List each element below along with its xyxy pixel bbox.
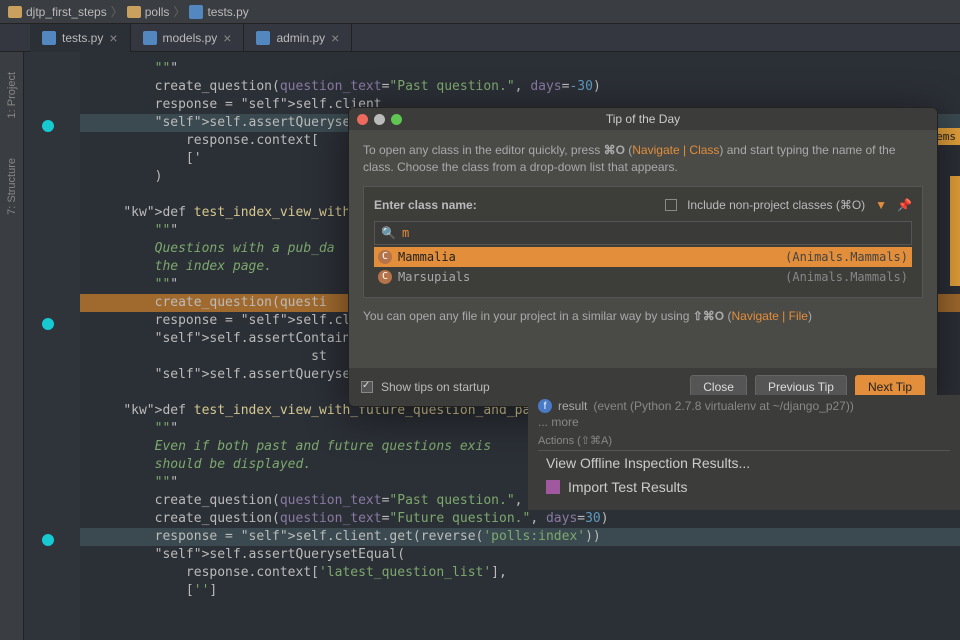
- close-icon[interactable]: ×: [109, 30, 117, 46]
- more-link[interactable]: ... more: [538, 413, 950, 431]
- class-name-field[interactable]: [402, 226, 905, 240]
- tip-text: To open any class in the editor quickly,…: [363, 142, 923, 176]
- sidebar-project[interactable]: 1: Project: [6, 72, 18, 118]
- breadcrumb-folder-label: polls: [145, 5, 170, 19]
- editor-tabs: tests.py × models.py × admin.py ×: [0, 24, 960, 52]
- code-line[interactable]: ['']: [80, 582, 960, 600]
- class-icon: C: [378, 270, 392, 284]
- python-file-icon: [143, 31, 157, 45]
- lookup-result-name: result: [558, 399, 587, 413]
- tab-label: admin.py: [276, 31, 325, 45]
- search-panel: Enter class name: Include non-project cl…: [363, 186, 923, 299]
- result-marsupials[interactable]: C Marsupials (Animals.Mammals): [374, 267, 912, 287]
- actions-popup: f result (event (Python 2.7.8 virtualenv…: [528, 395, 960, 510]
- result-path: (Animals.Mammals): [785, 269, 908, 286]
- tip-of-day-dialog: Tip of the Day To open any class in the …: [348, 107, 938, 407]
- code-line[interactable]: """: [80, 60, 960, 78]
- tab-label: tests.py: [62, 31, 103, 45]
- code-line[interactable]: "self">self.assertQuerysetEqual(: [80, 546, 960, 564]
- breakpoint-icon[interactable]: [42, 318, 54, 330]
- python-file-icon: [189, 5, 203, 19]
- navigate-class-link: Navigate | Class: [632, 143, 719, 157]
- lookup-result[interactable]: f result (event (Python 2.7.8 virtualenv…: [538, 399, 950, 413]
- search-header: Enter class name: Include non-project cl…: [374, 197, 912, 214]
- navigate-file-link: Navigate | File: [731, 309, 807, 323]
- breadcrumb-folder[interactable]: polls: [127, 5, 170, 19]
- python-file-icon: [42, 31, 56, 45]
- python-file-icon: [256, 31, 270, 45]
- search-results: C Mammalia (Animals.Mammals) C Marsupial…: [374, 247, 912, 287]
- import-icon: [546, 480, 560, 494]
- search-icon: 🔍: [381, 225, 396, 242]
- breadcrumb-file[interactable]: tests.py: [189, 5, 248, 19]
- result-path: (Animals.Mammals): [785, 249, 908, 266]
- code-line[interactable]: create_question(question_text="Past ques…: [80, 78, 960, 96]
- class-search-input[interactable]: 🔍: [374, 221, 912, 245]
- actions-section-label: Actions (⇧⌘A): [538, 431, 950, 451]
- class-icon: C: [378, 250, 392, 264]
- close-icon[interactable]: ×: [331, 30, 339, 46]
- lookup-result-detail: (event (Python 2.7.8 virtualenv at ~/dja…: [593, 399, 854, 413]
- enter-class-label: Enter class name:: [374, 197, 477, 214]
- tab-label: models.py: [163, 31, 218, 45]
- dialog-titlebar[interactable]: Tip of the Day: [349, 108, 937, 130]
- tab-admin[interactable]: admin.py ×: [244, 24, 352, 52]
- include-nonproject-checkbox[interactable]: [665, 199, 677, 211]
- breadcrumb-file-label: tests.py: [207, 5, 248, 19]
- tab-tests[interactable]: tests.py ×: [30, 24, 131, 52]
- breakpoint-icon[interactable]: [42, 120, 54, 132]
- breadcrumb-sep: 〉: [111, 3, 123, 20]
- folder-icon: [127, 6, 141, 18]
- gutter[interactable]: [24, 52, 80, 640]
- breadcrumb-sep: 〉: [173, 3, 185, 20]
- show-tips-label: Show tips on startup: [381, 380, 490, 394]
- tip-footer-text: You can open any file in your project in…: [363, 308, 923, 325]
- pin-icon[interactable]: 📌: [897, 197, 912, 214]
- action-import-test-results[interactable]: Import Test Results: [538, 475, 950, 499]
- breadcrumb-project-label: djtp_first_steps: [26, 5, 107, 19]
- include-nonproject-label: Include non-project classes (⌘O): [687, 197, 865, 214]
- breadcrumb: djtp_first_steps 〉 polls 〉 tests.py: [0, 0, 960, 24]
- result-name: Marsupials: [398, 269, 470, 286]
- close-icon[interactable]: ×: [223, 30, 231, 46]
- sidebar-structure[interactable]: 7: Structure: [6, 158, 18, 215]
- filter-icon[interactable]: ▼: [875, 197, 887, 214]
- code-line[interactable]: response.context['latest_question_list']…: [80, 564, 960, 582]
- breakpoint-icon[interactable]: [42, 534, 54, 546]
- breadcrumb-project[interactable]: djtp_first_steps: [8, 5, 107, 19]
- code-line[interactable]: create_question(question_text="Future qu…: [80, 510, 960, 528]
- result-mammalia[interactable]: C Mammalia (Animals.Mammals): [374, 247, 912, 267]
- action-view-inspection[interactable]: View Offline Inspection Results...: [538, 451, 950, 475]
- dialog-body: To open any class in the editor quickly,…: [349, 130, 937, 337]
- result-name: Mammalia: [398, 249, 456, 266]
- marker-strip[interactable]: [950, 176, 960, 286]
- code-line[interactable]: response = "self">self.client.get(revers…: [80, 528, 960, 546]
- field-icon: f: [538, 399, 552, 413]
- show-tips-checkbox[interactable]: [361, 381, 373, 393]
- tab-models[interactable]: models.py ×: [131, 24, 245, 52]
- folder-icon: [8, 6, 22, 18]
- tool-sidebar: 1: Project 7: Structure: [0, 52, 24, 640]
- dialog-title: Tip of the Day: [349, 112, 937, 126]
